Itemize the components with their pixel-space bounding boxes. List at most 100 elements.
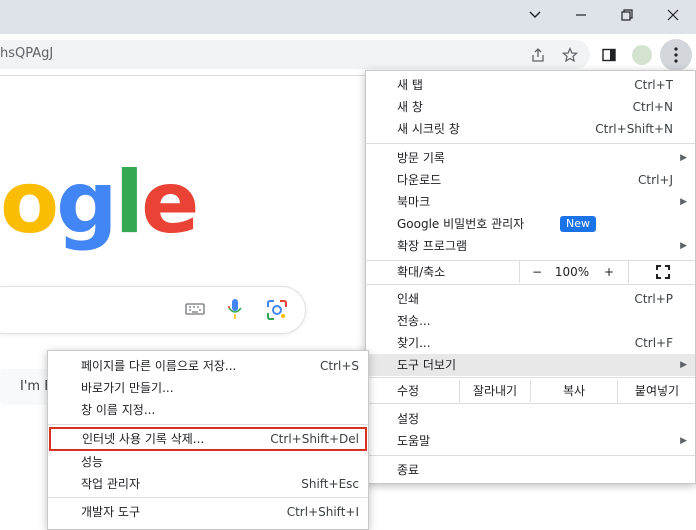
- menu-button[interactable]: [660, 39, 692, 71]
- menu-divider: [366, 377, 695, 378]
- submenu-item-save-page[interactable]: 페이지를 다른 이름으로 저장... Ctrl+S: [48, 355, 368, 377]
- star-icon: [562, 47, 578, 63]
- submenu-item-dev-tools[interactable]: 개발자 도구 Ctrl+Shift+I: [48, 501, 368, 523]
- menu-divider: [366, 403, 695, 404]
- menu-label: 새 창: [397, 100, 423, 114]
- more-vert-icon: [674, 47, 678, 63]
- menu-item-find[interactable]: 찾기... Ctrl+F: [366, 332, 695, 354]
- bookmark-star-button[interactable]: [556, 41, 584, 69]
- menu-item-cast[interactable]: 전송...: [366, 310, 695, 332]
- zoom-in-button[interactable]: +: [591, 261, 627, 283]
- new-badge: New: [560, 216, 596, 232]
- cut-button[interactable]: 잘라내기: [459, 380, 530, 402]
- menu-row-edit: 수정 잘라내기 복사 붙여넣기: [366, 380, 695, 402]
- menu-divider: [366, 284, 695, 285]
- paste-button[interactable]: 붙여넣기: [617, 380, 696, 402]
- menu-label: 방문 기록: [397, 151, 445, 165]
- menu-item-print[interactable]: 인쇄 Ctrl+P: [366, 288, 695, 310]
- zoom-out-button[interactable]: −: [519, 261, 554, 283]
- menu-label: 바로가기 만들기...: [81, 381, 174, 395]
- side-panel-icon: [602, 48, 616, 62]
- microphone-icon[interactable]: [228, 298, 242, 323]
- submenu-arrow-icon: ▶: [680, 360, 687, 370]
- shortcut-label: Shift+Esc: [301, 477, 359, 491]
- logo-letter: o: [0, 153, 59, 253]
- menu-divider: [48, 424, 368, 425]
- menu-label: 북마크: [397, 195, 431, 209]
- camera-lens-icon[interactable]: [266, 299, 288, 324]
- address-bar[interactable]: hsQPAgJ: [0, 40, 590, 69]
- shortcut-label: Ctrl+Shift+N: [595, 122, 673, 136]
- close-button[interactable]: [650, 0, 696, 30]
- menu-item-more-tools[interactable]: 도구 더보기 ▶: [366, 354, 695, 376]
- menu-item-downloads[interactable]: 다운로드 Ctrl+J: [366, 169, 695, 191]
- menu-label: 찾기...: [397, 336, 431, 350]
- menu-item-new-tab[interactable]: 새 탭 Ctrl+T: [366, 74, 695, 96]
- menu-item-new-window[interactable]: 새 창 Ctrl+N: [366, 96, 695, 118]
- close-icon: [667, 9, 679, 21]
- restore-button[interactable]: [604, 0, 650, 30]
- submenu-item-task-manager[interactable]: 작업 관리자 Shift+Esc: [48, 473, 368, 495]
- menu-label: 수정: [397, 384, 420, 398]
- menu-item-password-manager[interactable]: Google 비밀번호 관리자 New: [366, 213, 695, 235]
- menu-label: 창 이름 지정...: [81, 403, 156, 417]
- logo-letter: e: [141, 153, 199, 253]
- menu-item-settings[interactable]: 설정: [366, 408, 695, 430]
- menu-item-exit[interactable]: 종료: [366, 459, 695, 481]
- menu-label: 도움말: [397, 434, 431, 448]
- submenu-item-clear-browsing-data[interactable]: 인터넷 사용 기록 삭제... Ctrl+Shift+Del: [49, 427, 367, 451]
- shortcut-label: Ctrl+T: [634, 78, 673, 92]
- chrome-menu: 새 탭 Ctrl+T 새 창 Ctrl+N 새 시크릿 창 Ctrl+Shift+N …: [365, 70, 696, 484]
- menu-label: 설정: [397, 412, 420, 426]
- fullscreen-button[interactable]: [628, 261, 696, 283]
- menu-item-extensions[interactable]: 확장 프로그램 ▶: [366, 235, 695, 257]
- submenu-item-name-window[interactable]: 창 이름 지정...: [48, 399, 368, 421]
- submenu-item-create-shortcut[interactable]: 바로가기 만들기...: [48, 377, 368, 399]
- title-bar: [0, 0, 696, 34]
- profile-button[interactable]: [628, 41, 656, 69]
- menu-label: Google 비밀번호 관리자: [397, 217, 525, 231]
- menu-divider: [48, 497, 368, 498]
- tab-search-button[interactable]: [512, 0, 558, 30]
- menu-label: 인쇄: [397, 292, 420, 306]
- more-tools-submenu: 페이지를 다른 이름으로 저장... Ctrl+S 바로가기 만들기... 창 이…: [47, 350, 369, 530]
- logo-letter: l: [114, 153, 145, 253]
- shortcut-label: Ctrl+Shift+I: [286, 505, 359, 519]
- menu-label: 새 시크릿 창: [397, 122, 460, 136]
- side-panel-button[interactable]: [595, 41, 623, 69]
- menu-label: 개발자 도구: [81, 505, 141, 519]
- menu-item-bookmarks[interactable]: 북마크 ▶: [366, 191, 695, 213]
- menu-item-help[interactable]: 도움말 ▶: [366, 430, 695, 452]
- menu-row-zoom: 확대/축소 − 100% +: [366, 261, 695, 283]
- restore-icon: [621, 9, 633, 21]
- menu-label: 도구 더보기: [397, 358, 457, 372]
- menu-label: 새 탭: [397, 78, 423, 92]
- shortcut-label: Ctrl+S: [319, 359, 359, 373]
- menu-item-incognito[interactable]: 새 시크릿 창 Ctrl+Shift+N: [366, 118, 695, 140]
- menu-label: 페이지를 다른 이름으로 저장...: [81, 359, 237, 373]
- shortcut-label: Ctrl+J: [638, 173, 673, 187]
- avatar: [632, 45, 652, 65]
- menu-item-history[interactable]: 방문 기록 ▶: [366, 147, 695, 169]
- menu-divider: [366, 143, 695, 144]
- keyboard-icon[interactable]: [185, 301, 205, 320]
- shortcut-label: Ctrl+P: [634, 292, 673, 306]
- minimize-button[interactable]: [558, 0, 604, 30]
- menu-label: 작업 관리자: [81, 477, 141, 491]
- address-text[interactable]: hsQPAgJ: [0, 46, 53, 61]
- submenu-arrow-icon: ▶: [680, 241, 687, 251]
- menu-label: 종료: [397, 463, 420, 477]
- google-logo: ogle: [0, 160, 199, 246]
- chevron-down-icon: [529, 11, 541, 18]
- copy-button[interactable]: 복사: [530, 380, 617, 402]
- menu-label: 확대/축소: [397, 265, 446, 279]
- menu-label: 전송...: [397, 314, 431, 328]
- logo-letter: g: [56, 153, 118, 253]
- share-icon: [532, 48, 544, 62]
- submenu-arrow-icon: ▶: [680, 436, 687, 446]
- menu-label: 인터넷 사용 기록 삭제...: [82, 432, 205, 446]
- search-box[interactable]: [0, 286, 306, 334]
- share-button[interactable]: [524, 41, 552, 69]
- shortcut-label: Ctrl+F: [634, 336, 673, 350]
- submenu-item-performance[interactable]: 성능: [48, 451, 368, 473]
